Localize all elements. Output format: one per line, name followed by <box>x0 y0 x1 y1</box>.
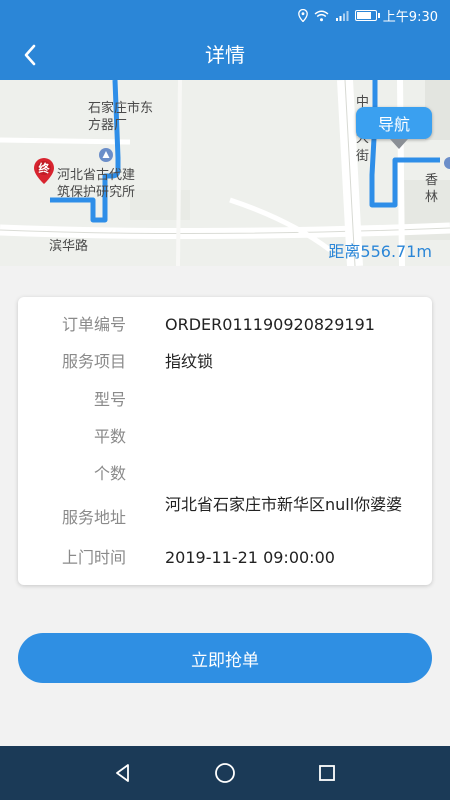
location-icon <box>297 9 308 22</box>
map-view[interactable]: 石家庄市东 方器厂 河北省古代建 筑保护研究所 滨华路 中 北 大 街 香林 终… <box>0 80 450 266</box>
chevron-left-icon <box>24 44 36 66</box>
row-label: 上门时间 <box>61 548 126 567</box>
system-nav-bar <box>0 746 450 800</box>
row-value: 指纹锁 <box>165 352 214 371</box>
row-value: 2019-11-21 09:00:00 <box>165 548 335 567</box>
map-label-partial: 香林 <box>425 173 439 205</box>
nav-recents-button[interactable] <box>312 758 342 788</box>
row-label: 型号 <box>93 390 126 409</box>
battery-icon <box>354 10 380 21</box>
page-title: 详情 <box>205 43 245 67</box>
back-button[interactable] <box>10 36 50 74</box>
row-label: 订单编号 <box>61 315 126 334</box>
row-value: ORDER011190920829191 <box>165 315 375 334</box>
map-label-road: 滨华路 <box>49 239 89 254</box>
row-value: 河北省石家庄市新华区null你婆婆 <box>165 495 403 514</box>
nav-home-button[interactable] <box>210 758 240 788</box>
end-marker-label: 终 <box>38 162 50 175</box>
app-bar: 详情 <box>0 30 450 80</box>
wifi-icon <box>314 10 329 21</box>
signal-icon <box>335 10 349 21</box>
map-label-factory: 石家庄市东 方器厂 <box>88 101 154 133</box>
distance-label: 距离556.71m <box>328 242 432 261</box>
nav-back-button[interactable] <box>108 758 138 788</box>
order-details-card: 订单编号 ORDER011190920829191 服务项目 指纹锁 型号 平数… <box>18 297 432 585</box>
square-recents-icon <box>319 765 335 781</box>
row-label: 个数 <box>93 464 126 483</box>
map-label-institute: 河北省古代建 筑保护研究所 <box>57 168 136 200</box>
row-label: 服务地址 <box>61 508 126 527</box>
grab-order-button[interactable]: 立即抢单 <box>18 633 432 683</box>
circle-home-icon <box>215 763 235 783</box>
status-icons: 上午9:30 <box>297 6 438 25</box>
status-bar: 上午9:30 <box>0 0 450 30</box>
navigate-button[interactable]: 导航 <box>356 107 432 149</box>
triangle-back-icon <box>116 764 129 782</box>
row-label: 平数 <box>93 427 126 446</box>
status-time: 上午9:30 <box>382 10 438 25</box>
end-marker-icon[interactable]: 终 <box>33 157 55 185</box>
row-label: 服务项目 <box>61 352 126 371</box>
